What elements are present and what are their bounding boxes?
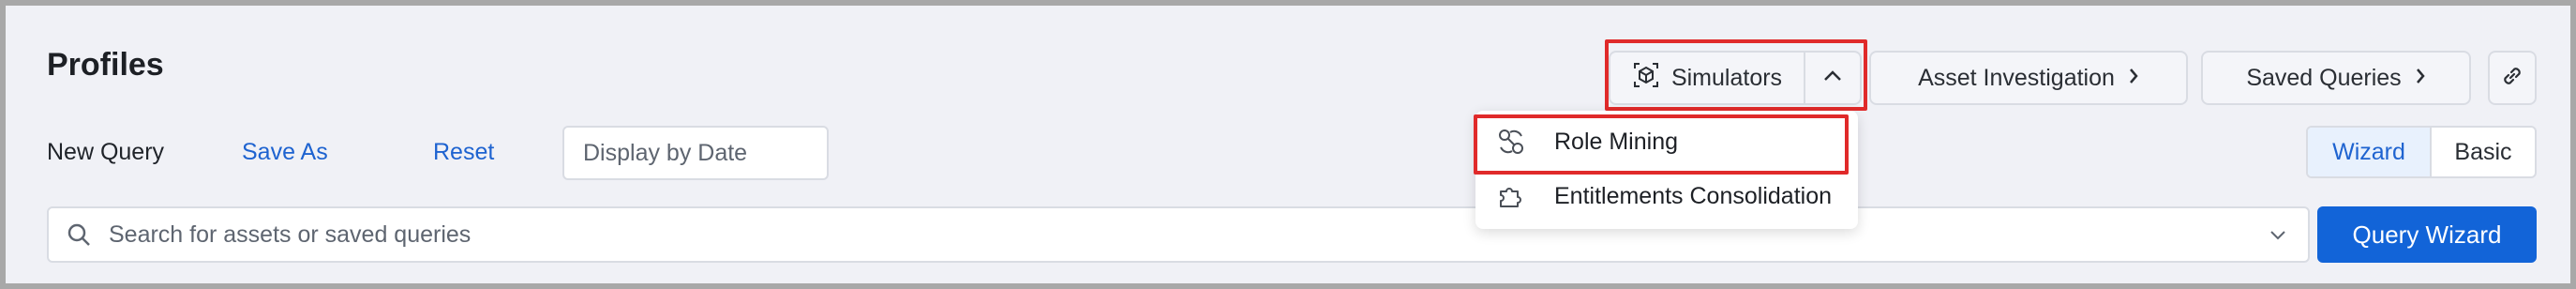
menu-item-entitlements-consolidation[interactable]: Entitlements Consolidation: [1475, 169, 1858, 223]
display-by-date-placeholder: Display by Date: [583, 139, 748, 166]
asset-investigation-label: Asset Investigation: [1918, 64, 2115, 91]
saved-queries-button[interactable]: Saved Queries: [2201, 51, 2471, 105]
chevron-right-icon: [2415, 65, 2426, 92]
chevron-up-icon: [1822, 69, 1843, 87]
copy-link-button[interactable]: [2488, 51, 2537, 105]
simulators-dropdown-menu: Role Mining Entitlements Consolidation: [1475, 111, 1858, 229]
reset-link[interactable]: Reset: [433, 139, 494, 166]
role-mining-label: Role Mining: [1554, 128, 1679, 155]
simulator-cube-icon: [1632, 61, 1660, 96]
menu-item-role-mining[interactable]: Role Mining: [1475, 114, 1858, 169]
simulators-split-button[interactable]: Simulators: [1609, 51, 1862, 105]
basic-mode-tab[interactable]: Basic: [2432, 128, 2535, 176]
simulators-button[interactable]: Simulators: [1610, 53, 1804, 103]
wizard-mode-tab[interactable]: Wizard: [2308, 128, 2432, 176]
page-title: Profiles: [47, 47, 164, 83]
search-placeholder: Search for assets or saved queries: [109, 221, 472, 248]
save-as-link[interactable]: Save As: [242, 139, 328, 166]
asset-investigation-button[interactable]: Asset Investigation: [1869, 51, 2188, 105]
chevron-down-icon[interactable]: [2269, 229, 2287, 240]
display-by-date-field[interactable]: Display by Date: [562, 126, 829, 180]
search-icon: [66, 221, 92, 248]
search-input[interactable]: Search for assets or saved queries: [47, 206, 2310, 263]
mode-toggle[interactable]: Wizard Basic: [2306, 126, 2537, 178]
role-mining-icon: [1492, 127, 1530, 157]
entitlements-consolidation-label: Entitlements Consolidation: [1554, 182, 1832, 209]
new-query-label: New Query: [47, 139, 165, 165]
simulators-toggle-button[interactable]: [1804, 53, 1860, 103]
query-wizard-button[interactable]: Query Wizard: [2317, 206, 2537, 263]
saved-queries-label: Saved Queries: [2246, 64, 2402, 91]
chevron-right-icon: [2128, 65, 2139, 92]
link-icon: [2499, 63, 2525, 94]
simulators-label: Simulators: [1670, 64, 1783, 91]
puzzle-icon: [1492, 182, 1530, 210]
